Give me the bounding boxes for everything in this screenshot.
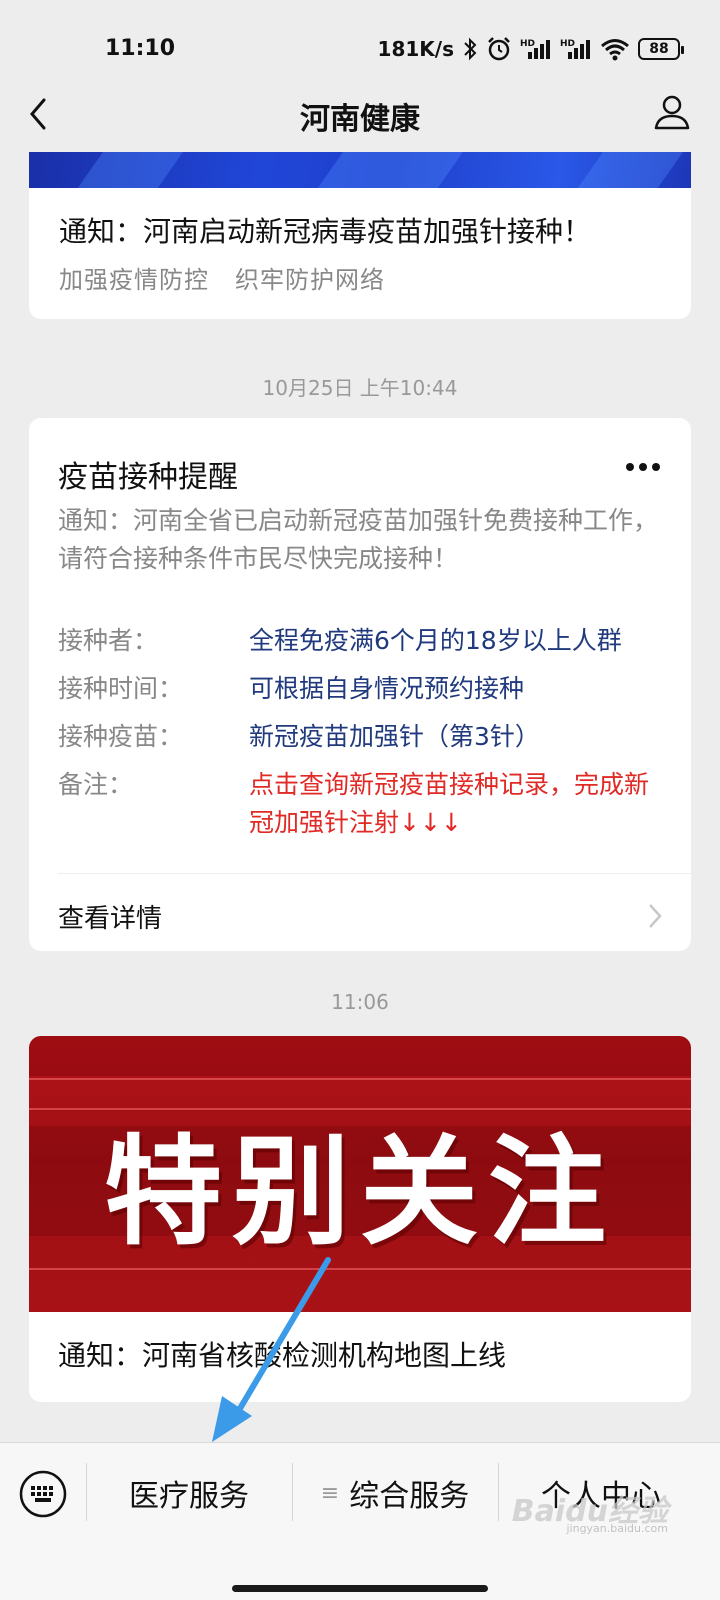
watermark-url: jingyan.baidu.com: [566, 1522, 668, 1535]
field-label: 接种疫苗：: [58, 722, 184, 751]
field-label: 接种者：: [58, 626, 159, 655]
wifi-icon: [601, 39, 629, 61]
field-value-highlight[interactable]: 点击查询新冠疫苗接种记录，完成新冠加强针注射↓↓↓: [249, 766, 669, 842]
reminder-description: 通知：河南全省已启动新冠疫苗加强针免费接种工作，请符合接种条件市民尽快完成接种！: [58, 506, 659, 573]
menu-label: 医疗服务: [129, 1479, 249, 1514]
submenu-icon: ≡: [320, 1480, 340, 1506]
page-title: 河南健康: [300, 102, 420, 137]
battery-icon: 88: [638, 38, 684, 60]
network-speed: 181K/s: [377, 37, 454, 61]
status-icons: 181K/s HD HD 88: [377, 34, 684, 64]
article-card[interactable]: 特别关注 通知：河南省核酸检测机构地图上线: [29, 1036, 691, 1402]
menu-label: 综合服务: [349, 1479, 470, 1514]
svg-text:HD: HD: [560, 39, 575, 49]
status-time: 11:10: [105, 36, 176, 61]
reminder-title: 疫苗接种提醒: [58, 460, 238, 495]
home-indicator[interactable]: [232, 1585, 488, 1592]
vaccine-reminder-card[interactable]: 疫苗接种提醒 通知：河南全省已启动新冠疫苗加强针免费接种工作，请符合接种条件市民…: [29, 418, 691, 951]
menu-medical-services[interactable]: 医疗服务: [86, 1443, 292, 1543]
svg-text:HD: HD: [520, 39, 535, 49]
message-timestamp: 11:06: [331, 990, 389, 1014]
title-bar: 河南健康: [0, 74, 720, 152]
field-value: 全程免疫满6个月的18岁以上人群: [249, 626, 622, 655]
annotation-arrow-icon: [212, 1257, 331, 1442]
article-subtitle-part: 织牢防护网络: [235, 266, 385, 294]
field-label: 备注：: [58, 770, 134, 799]
banner-text: 特别关注: [103, 1123, 616, 1261]
article-headline: 通知：河南启动新冠病毒疫苗加强针接种！: [59, 215, 592, 248]
hd-signal-icon: HD: [560, 39, 590, 59]
hd-signal-icon: HD: [520, 39, 550, 59]
special-attention-banner: 特别关注: [29, 1036, 691, 1312]
article-subtitle: 加强疫情防控 织牢防护网络: [29, 250, 691, 295]
view-details-link[interactable]: 查看详情: [58, 898, 162, 935]
article-card[interactable]: 通知：河南启动新冠病毒疫苗加强针接种！ 加强疫情防控 织牢防护网络: [29, 152, 691, 319]
menu-general-services[interactable]: ≡ 综合服务: [292, 1443, 498, 1543]
article-banner-image: [29, 152, 691, 188]
alarm-icon: [488, 37, 510, 61]
bluetooth-icon: [464, 37, 477, 61]
field-value: 新冠疫苗加强针（第3针）: [249, 722, 540, 751]
divider: [58, 873, 691, 874]
profile-icon[interactable]: [652, 92, 692, 132]
article-subtitle-part: 加强疫情防控: [59, 266, 209, 294]
message-timestamp: 10月25日 上午10:44: [262, 376, 458, 400]
more-options-icon[interactable]: [625, 462, 661, 472]
field-value: 可根据自身情况预约接种: [249, 674, 525, 703]
field-label: 接种时间：: [58, 674, 184, 703]
keyboard-icon[interactable]: [18, 1469, 68, 1519]
chevron-right-icon: [649, 904, 662, 928]
